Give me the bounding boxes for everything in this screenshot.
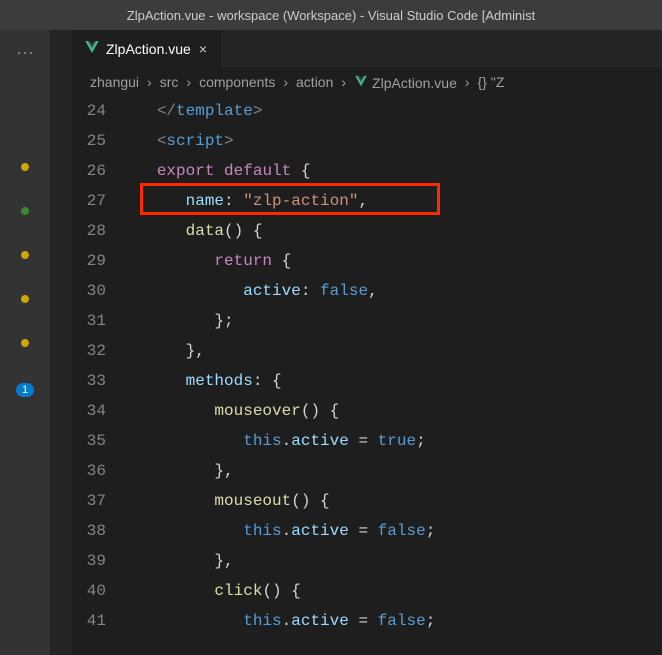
line-number: 32 (72, 336, 106, 366)
vue-icon (84, 39, 100, 58)
line-number: 40 (72, 576, 106, 606)
breadcrumb-label: src (160, 74, 179, 90)
breadcrumb-item[interactable]: ZlpAction.vue (354, 74, 457, 91)
breadcrumb-item[interactable]: src (160, 74, 179, 90)
tab-zlpaction[interactable]: ZlpAction.vue × (72, 30, 222, 67)
breadcrumb-item[interactable]: zhangui (90, 74, 139, 90)
line-number: 35 (72, 426, 106, 456)
status-dot[interactable] (21, 163, 29, 171)
chevron-right-icon: › (277, 74, 294, 90)
titlebar-text: ZlpAction.vue - workspace (Workspace) - … (127, 8, 535, 23)
vue-icon (354, 75, 368, 91)
line-number: 26 (72, 156, 106, 186)
activity-bar: ··· 1 (0, 30, 50, 655)
line-number: 41 (72, 606, 106, 636)
breadcrumb-label: "Z (491, 74, 505, 90)
breadcrumb-item[interactable]: components (199, 74, 275, 90)
breadcrumb-label: action (296, 74, 333, 90)
chevron-right-icon: › (180, 74, 197, 90)
line-number: 25 (72, 126, 106, 156)
line-number: 31 (72, 306, 106, 336)
code-line[interactable]: this.active = false; (128, 606, 662, 636)
breadcrumbs[interactable]: zhangui›src›components›action›ZlpAction.… (72, 68, 662, 96)
titlebar: ZlpAction.vue - workspace (Workspace) - … (0, 0, 662, 30)
code-line[interactable]: <script> (128, 126, 662, 156)
chevron-right-icon: › (141, 74, 158, 90)
status-dot[interactable] (21, 339, 29, 347)
status-dot[interactable] (21, 251, 29, 259)
more-icon[interactable]: ··· (16, 42, 34, 63)
activity-badge[interactable]: 1 (16, 383, 34, 397)
code-line[interactable]: mouseover() { (128, 396, 662, 426)
breadcrumb-label: components (199, 74, 275, 90)
line-number: 38 (72, 516, 106, 546)
code-line[interactable]: data() { (128, 216, 662, 246)
code-line[interactable]: return { (128, 246, 662, 276)
tab-label: ZlpAction.vue (106, 41, 191, 57)
code-line[interactable]: methods: { (128, 366, 662, 396)
breadcrumb-label: zhangui (90, 74, 139, 90)
line-number: 33 (72, 366, 106, 396)
status-dot[interactable] (21, 295, 29, 303)
code-line[interactable]: active: false, (128, 276, 662, 306)
close-icon[interactable]: × (197, 41, 209, 57)
line-number: 37 (72, 486, 106, 516)
code-area[interactable]: 242526272829303132333435363738394041 </t… (72, 96, 662, 655)
breadcrumb-item[interactable]: action (296, 74, 333, 90)
code-line[interactable]: this.active = false; (128, 516, 662, 546)
code-line[interactable]: click() { (128, 576, 662, 606)
breadcrumb-label: ZlpAction.vue (372, 75, 457, 91)
line-number: 24 (72, 96, 106, 126)
line-number: 36 (72, 456, 106, 486)
line-number: 34 (72, 396, 106, 426)
code-line[interactable]: }, (128, 456, 662, 486)
code-line[interactable]: name: "zlp-action", (128, 186, 662, 216)
line-number: 30 (72, 276, 106, 306)
code-line[interactable]: this.active = true; (128, 426, 662, 456)
status-dot[interactable] (21, 207, 29, 215)
code-line[interactable]: export default { (128, 156, 662, 186)
breadcrumb-item[interactable]: {}"Z (478, 74, 505, 90)
line-gutter: 242526272829303132333435363738394041 (72, 96, 128, 655)
code-line[interactable]: }; (128, 306, 662, 336)
code-line[interactable]: mouseout() { (128, 486, 662, 516)
brace-icon: {} (478, 74, 487, 90)
line-number: 39 (72, 546, 106, 576)
line-number: 29 (72, 246, 106, 276)
code-line[interactable]: </template> (128, 96, 662, 126)
line-number: 27 (72, 186, 106, 216)
chevron-right-icon: › (459, 74, 476, 90)
code-line[interactable]: }, (128, 336, 662, 366)
code-line[interactable]: }, (128, 546, 662, 576)
tab-bar: ZlpAction.vue × (72, 30, 662, 68)
chevron-right-icon: › (335, 74, 352, 90)
sidebar-divider (50, 30, 72, 655)
code-content[interactable]: </template> <script> export default { na… (128, 96, 662, 655)
line-number: 28 (72, 216, 106, 246)
